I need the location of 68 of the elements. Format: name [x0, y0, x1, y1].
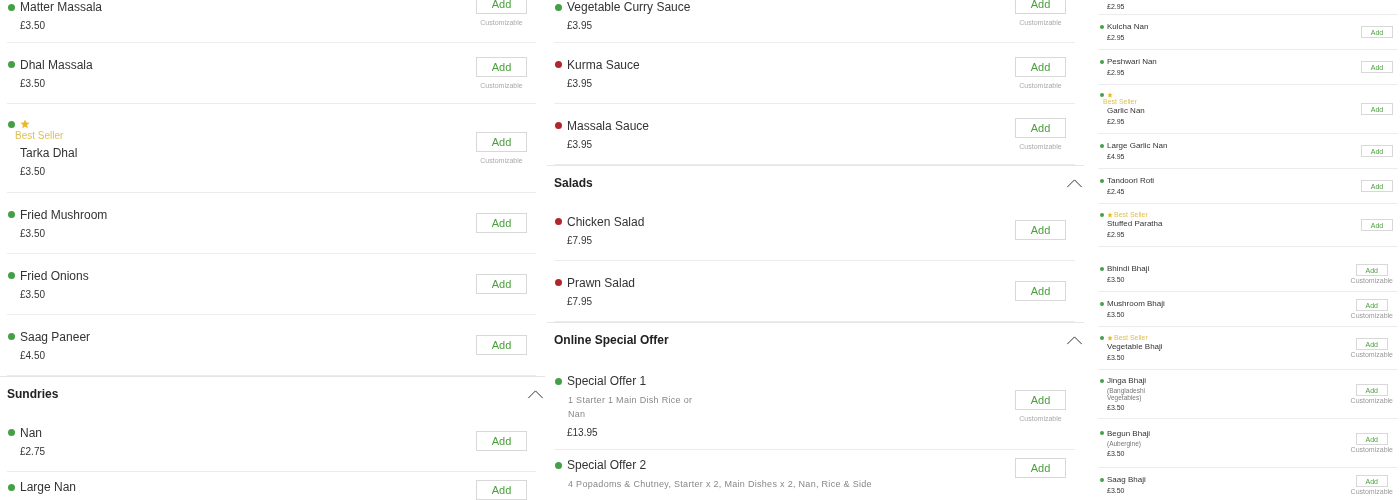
item-description: 4 Popadoms & Chutney, Starter x 2, Main Dishes x 2, Nan, Rice & Side — [568, 478, 872, 491]
item-name: Saag Bhaji — [1107, 475, 1146, 484]
item-price: £3.50 — [20, 288, 47, 300]
item-name: Fried Mushroom — [20, 207, 108, 222]
item-price: £7.95 — [567, 234, 594, 246]
add-button[interactable]: Add — [476, 57, 527, 77]
item-name: Vegetable Bhaji — [1106, 342, 1163, 351]
item-name: Garlic Nan — [1107, 106, 1145, 115]
item-name: Bhindi Bhaji — [1107, 264, 1150, 273]
add-button[interactable]: Add — [476, 0, 527, 14]
item-name: Prawn Salad — [567, 275, 636, 290]
item-price: £3.50 — [20, 227, 47, 239]
chevron-icon[interactable] — [527, 389, 544, 399]
star-icon — [1107, 334, 1113, 341]
star-icon — [1107, 211, 1113, 218]
item-price: £3.95 — [567, 77, 594, 89]
item-name: Massala Sauce — [567, 118, 650, 133]
item-price: £7.95 — [567, 295, 594, 307]
item-price: £3.95 — [567, 20, 594, 31]
item-name: Matter Massala — [20, 0, 103, 14]
star-icon — [20, 119, 30, 129]
item-name: Large Garlic Nan — [1107, 141, 1168, 150]
add-button[interactable]: Add — [476, 480, 527, 500]
add-button[interactable]: Add — [1015, 281, 1066, 301]
add-button[interactable]: Add — [476, 335, 527, 355]
section-heading: Sundries — [7, 387, 59, 401]
item-name: Jinga Bhaji — [1107, 376, 1147, 385]
add-button[interactable]: Add — [1015, 220, 1066, 240]
add-button[interactable]: Add — [1015, 57, 1066, 77]
item-name: Nan — [20, 425, 42, 440]
item-name: Kurma Sauce — [567, 57, 640, 72]
item-name: Begun Bhaji — [1107, 428, 1151, 438]
add-button[interactable]: Add — [1015, 0, 1066, 14]
best-seller-label: Best Seller — [15, 130, 65, 141]
item-name: Dhal Massala — [20, 57, 93, 72]
item-name: Stuffed Paratha — [1106, 219, 1163, 228]
item-price: £3.50 — [20, 166, 47, 177]
item-price: £4.50 — [20, 349, 47, 361]
add-button[interactable]: Add — [476, 132, 527, 152]
item-name: Saag Paneer — [20, 329, 91, 344]
item-price: £13.95 — [567, 427, 599, 438]
item-name: Special Offer 1 — [567, 374, 647, 388]
item-price: £3.50 — [20, 20, 47, 31]
item-name: Tandoori Roti — [1107, 176, 1155, 185]
item-name: Tarka Dhal — [20, 146, 78, 160]
item-description: 1 Starter 1 Main Dish Rice or Nan — [568, 394, 693, 421]
item-name: Large Nan — [20, 480, 77, 494]
item-name: Chicken Salad — [567, 214, 645, 229]
add-button[interactable]: Add — [1015, 458, 1066, 478]
add-button[interactable]: Add — [1015, 390, 1066, 410]
add-button[interactable]: Add — [1015, 118, 1066, 138]
section-heading: Online Special Offer — [554, 333, 669, 347]
section-heading: Salads — [554, 176, 593, 190]
add-button[interactable]: Add — [476, 431, 527, 451]
add-button[interactable]: Add — [476, 213, 527, 233]
item-name: Peshwari Nan — [1107, 57, 1157, 66]
item-name: Vegetable Curry Sauce — [567, 0, 691, 14]
chevron-icon[interactable] — [1066, 335, 1083, 345]
item-price: £3.95 — [567, 138, 594, 150]
item-name: Kulcha Nan — [1107, 22, 1149, 31]
item-name: Mushroom Bhaji — [1107, 299, 1165, 308]
item-price: £2.75 — [20, 445, 46, 457]
item-name: Fried Onions — [20, 268, 89, 283]
star-icon — [1107, 92, 1113, 98]
item-name: Special Offer 2 — [567, 458, 647, 472]
add-button[interactable]: Add — [476, 274, 527, 294]
item-price: £3.50 — [20, 77, 47, 89]
chevron-icon[interactable] — [1066, 178, 1083, 188]
